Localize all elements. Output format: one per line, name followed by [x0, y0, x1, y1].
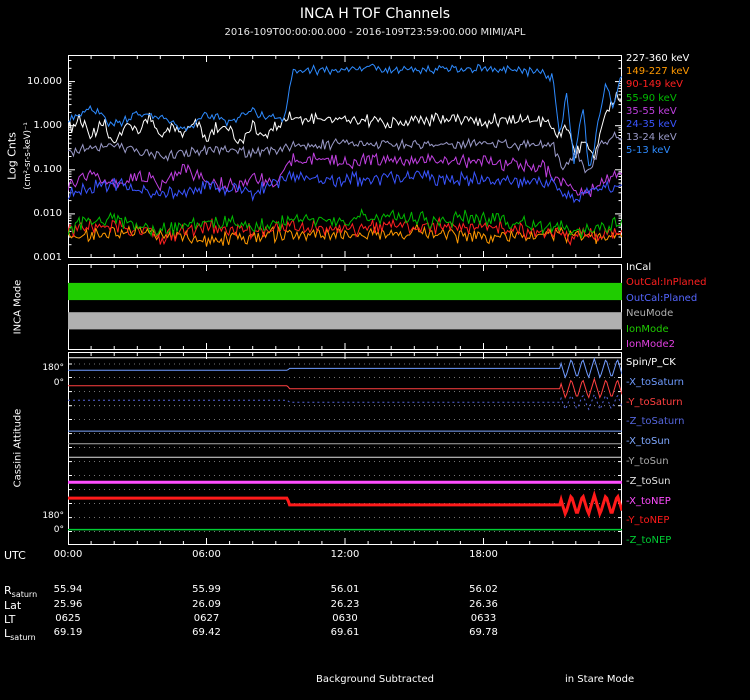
mode-legend-outcal-planed: OutCal:Planed [626, 292, 698, 304]
attitude-legend-spin-p-ck: Spin/P_CK [626, 357, 676, 368]
trace-227-360-kev [68, 91, 622, 160]
inca-mode-panel [68, 264, 622, 350]
attitude-legend--z-tonep: -Z_toNEP [626, 535, 672, 547]
mode-bar-ionmode [68, 282, 622, 301]
info-value-r: 55.94 [53, 584, 83, 595]
info-value-lt: 0625 [55, 613, 81, 624]
utc-label: UTC [4, 549, 26, 562]
info-value-lat: 26.09 [192, 599, 221, 610]
mode-legend-ionmode: IonMode [626, 323, 669, 335]
info-row-label-main: LT [4, 613, 16, 626]
tof-y-axis-units: (cm²-sr-s-keV)⁻¹ [23, 122, 33, 190]
info-row-label-sub: saturn [11, 590, 38, 599]
trace--y-tonep [68, 490, 622, 519]
attitude-legend--x-tosaturn: -X_toSaturn [626, 376, 685, 388]
footer-background-subtracted: Background Subtracted [316, 674, 434, 685]
trace--z-tosaturn [68, 393, 622, 411]
tof-legend-227-360-kev: 227-360 keV [626, 53, 690, 64]
trace-35-55-kev [68, 152, 622, 198]
info-value-lt: 0630 [332, 613, 358, 624]
tof-legend-55-90-kev: 55-90 keV [626, 92, 677, 104]
tof-legend-90-149-kev: 90-149 keV [626, 79, 684, 91]
x-tick-label: 12:00 [330, 549, 360, 560]
info-row-label-main: Lat [4, 599, 22, 612]
y-tick-label: 0.010 [33, 207, 62, 219]
y-tick-label: 0.100 [33, 163, 62, 175]
attitude-legend--x-tonep: -X_toNEP [626, 495, 671, 507]
trace--x-tosaturn [68, 357, 622, 379]
trace-24-35-kev [68, 169, 622, 204]
mode-legend-outcal-inplaned: OutCal:InPlaned [626, 277, 707, 289]
attitude-legend--z-tosaturn: -Z_toSaturn [626, 416, 685, 428]
attitude-y-tick-label: 0° [53, 525, 64, 536]
attitude-y-tick-label: 0° [53, 378, 64, 389]
info-value-lat: 26.36 [469, 599, 498, 610]
info-value-lt: 0627 [193, 613, 220, 624]
info-value-lat: 25.96 [53, 599, 83, 610]
mode-legend-incal: InCal [626, 262, 652, 273]
x-tick-label: 00:00 [53, 549, 83, 560]
attitude-legend--y-tonep: -Y_toNEP [626, 515, 670, 527]
info-value-r: 56.02 [469, 584, 498, 595]
page-title: INCA H TOF Channels [299, 6, 451, 22]
info-value-lat: 26.23 [330, 599, 360, 610]
info-value-l: 69.61 [330, 627, 360, 638]
tof-legend-13-24-kev: 13-24 keV [626, 132, 677, 144]
y-tick-label: 10.000 [27, 75, 62, 87]
info-row-label-sub: saturn [10, 633, 36, 642]
attitude-legend--y-tosun: -Y_toSun [626, 456, 669, 467]
info-value-r: 55.99 [192, 584, 221, 595]
cassini-attitude-panel [68, 352, 622, 545]
mode-legend-neumode: NeuMode [626, 308, 674, 320]
attitude-y-axis-label: Cassini Attitude [12, 408, 24, 488]
trace-5-13-kev [68, 63, 622, 167]
info-value-l: 69.42 [192, 627, 221, 638]
info-row-label-lat: Lat [4, 599, 21, 612]
trace--y-tosaturn [68, 377, 622, 399]
info-row-label-lt: LT [4, 613, 15, 626]
attitude-legend--x-tosun: -X_toSun [626, 436, 671, 448]
info-value-r: 56.01 [330, 584, 360, 595]
info-row-label-main: R [4, 584, 12, 597]
y-tick-label: 0.001 [33, 252, 62, 263]
page-subtitle: 2016-109T00:00:00.000 - 2016-109T23:59:0… [224, 27, 526, 38]
info-value-lt: 0633 [470, 613, 497, 624]
footer-stare-mode: in Stare Mode [565, 674, 635, 685]
mode-legend-ionmode2: IonMode2 [626, 339, 676, 350]
attitude-y-tick-label: 180° [42, 510, 64, 521]
info-row-label-r: Rsaturn [4, 584, 38, 599]
x-tick-label: 18:00 [469, 549, 498, 560]
attitude-legend--y-tosaturn: -Y_toSaturn [626, 396, 683, 408]
attitude-legend--z-tosun: -Z_toSun [626, 475, 671, 487]
tof-legend-24-35-kev: 24-35 keV [626, 119, 677, 130]
tof-legend-35-55-kev: 35-55 keV [626, 105, 677, 117]
tof-legend-5-13-kev: 5-13 keV [626, 145, 671, 157]
info-value-l: 69.78 [469, 627, 498, 638]
x-tick-label: 06:00 [192, 549, 221, 560]
mode-y-axis-label: INCA Mode [12, 279, 24, 335]
inca-tof-screen: INCA H TOF Channels 2016-109T00:00:00.00… [0, 0, 750, 700]
attitude-y-tick-label: 180° [42, 363, 64, 374]
y-tick-label: 1.000 [33, 119, 62, 131]
tof-counts-panel [68, 55, 622, 258]
info-value-l: 69.19 [53, 627, 83, 638]
mode-bar-neumode [68, 312, 622, 330]
info-row-label-l: Lsaturn [4, 627, 36, 642]
tof-legend-149-227-kev: 149-227 keV [626, 66, 690, 78]
